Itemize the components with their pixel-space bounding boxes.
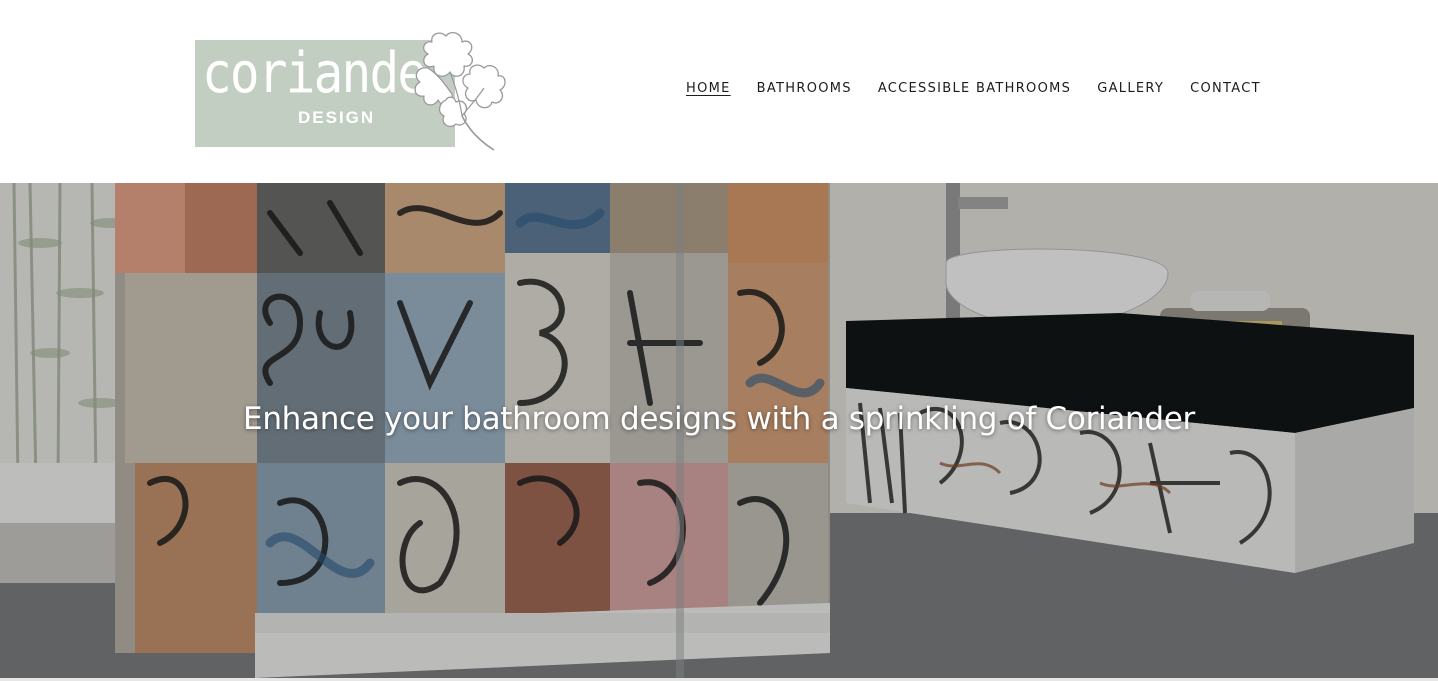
nav-contact[interactable]: CONTACT	[1190, 80, 1261, 98]
coriander-leaf-icon	[414, 31, 506, 151]
nav-bathrooms[interactable]: BATHROOMS	[757, 80, 852, 98]
site-logo[interactable]: coriander DESIGN	[194, 28, 514, 154]
logo-subtitle: DESIGN	[298, 108, 376, 127]
nav-accessible-bathrooms[interactable]: ACCESSIBLE BATHROOMS	[878, 80, 1071, 98]
main-nav: HOME BATHROOMS ACCESSIBLE BATHROOMS GALL…	[686, 80, 1287, 98]
nav-gallery[interactable]: GALLERY	[1097, 80, 1164, 98]
hero-title: Enhance your bathroom designs with a spr…	[243, 401, 1195, 437]
site-header: coriander DESIGN HOME BATHROOMS ACCESSIB…	[0, 0, 1438, 183]
hero-banner: Enhance your bathroom designs with a spr…	[0, 183, 1438, 678]
nav-home[interactable]: HOME	[686, 80, 731, 98]
